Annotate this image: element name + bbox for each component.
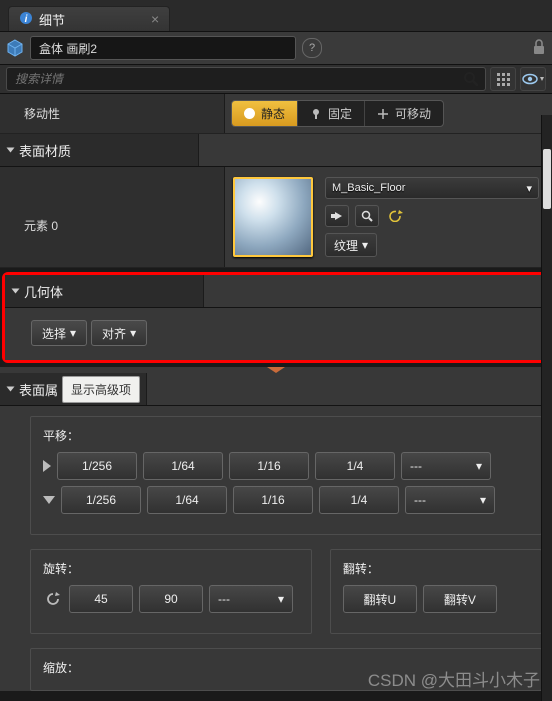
- pan-d-3[interactable]: 1/4: [319, 486, 399, 514]
- watermark: CSDN @大田斗小木子: [368, 666, 540, 691]
- close-icon[interactable]: ×: [151, 11, 159, 27]
- rotate-icon[interactable]: [43, 589, 63, 609]
- geometry-align-button[interactable]: 对齐▾: [91, 320, 147, 346]
- texture-label: 纹理: [334, 237, 358, 254]
- visibility-dropdown[interactable]: [520, 67, 546, 91]
- flip-u-button[interactable]: 翻转U: [343, 585, 417, 613]
- chevron-down-icon: [7, 148, 15, 153]
- tab-details[interactable]: i 细节 ×: [8, 6, 170, 31]
- search-icon[interactable]: [461, 69, 481, 89]
- pan-label: 平移：: [43, 427, 529, 444]
- section-surface-material-label: 表面材质: [19, 141, 71, 160]
- pan-right-icon[interactable]: [43, 460, 51, 472]
- mobility-movable-label: 可移动: [395, 105, 431, 122]
- pan-group: 平移： 1/256 1/64 1/16 1/4 ---▾ 1/256 1/64 …: [30, 416, 542, 535]
- show-advanced-button[interactable]: 显示高级项: [62, 376, 140, 403]
- section-geometry-label: 几何体: [24, 282, 63, 301]
- rotate-custom[interactable]: ---▾: [209, 585, 293, 613]
- texture-dropdown[interactable]: 纹理 ▾: [325, 233, 377, 257]
- pan-d-1[interactable]: 1/64: [147, 486, 227, 514]
- mobility-label: 移动性: [0, 94, 225, 133]
- chevron-down-icon: ▾: [70, 326, 76, 340]
- pan-r-0[interactable]: 1/256: [57, 452, 137, 480]
- mobility-fixed[interactable]: 固定: [298, 101, 365, 126]
- mobility-fixed-label: 固定: [328, 105, 352, 122]
- pan-r-3[interactable]: 1/4: [315, 452, 395, 480]
- section-geometry[interactable]: 几何体: [5, 275, 547, 308]
- flip-label: 翻转：: [343, 560, 529, 577]
- element-0-label: 元素 0: [0, 167, 225, 267]
- pan-d-0[interactable]: 1/256: [61, 486, 141, 514]
- rotate-45[interactable]: 45: [69, 585, 133, 613]
- chevron-down-icon: ▾: [278, 592, 284, 606]
- rotate-label: 旋转：: [43, 560, 299, 577]
- search-input[interactable]: [11, 72, 461, 86]
- svg-text:i: i: [25, 14, 28, 25]
- pan-r-2[interactable]: 1/16: [229, 452, 309, 480]
- scrollbar-thumb[interactable]: [543, 149, 551, 209]
- section-surface-props-label: 表面属: [19, 380, 58, 399]
- lock-icon[interactable]: [532, 39, 546, 58]
- mobility-movable[interactable]: 可移动: [365, 101, 443, 126]
- browse-button[interactable]: [355, 205, 379, 227]
- rotate-90[interactable]: 90: [139, 585, 203, 613]
- mobility-static[interactable]: 静态: [232, 101, 298, 126]
- view-grid-icon[interactable]: [490, 67, 516, 91]
- tab-title: 细节: [39, 10, 65, 29]
- chevron-down-icon: ▾: [526, 182, 532, 195]
- rotate-group: 旋转： 45 90 ---▾: [30, 549, 312, 634]
- material-name: M_Basic_Floor: [332, 182, 405, 194]
- help-icon[interactable]: ?: [302, 38, 322, 58]
- highlight-box: 几何体 选择▾ 对齐▾: [2, 272, 550, 363]
- pan-down-icon[interactable]: [43, 496, 55, 504]
- chevron-down-icon: ▾: [476, 459, 482, 473]
- use-selected-button[interactable]: [325, 205, 349, 227]
- flip-group: 翻转： 翻转U 翻转V: [330, 549, 542, 634]
- material-dropdown[interactable]: M_Basic_Floor ▾: [325, 177, 539, 199]
- section-surface-props[interactable]: 表面属 显示高级项: [0, 373, 552, 406]
- pin-icon: [310, 108, 322, 120]
- object-name-input[interactable]: [30, 36, 296, 60]
- flip-v-button[interactable]: 翻转V: [423, 585, 497, 613]
- chevron-down-icon: [12, 289, 20, 294]
- info-icon: i: [19, 11, 33, 28]
- mobility-static-label: 静态: [261, 105, 285, 122]
- geometry-select-button[interactable]: 选择▾: [31, 320, 87, 346]
- pan-d-2[interactable]: 1/16: [233, 486, 313, 514]
- reset-button[interactable]: [385, 206, 407, 226]
- chevron-down-icon: ▾: [480, 493, 486, 507]
- chevron-down-icon: [7, 387, 15, 392]
- chevron-down-icon: ▾: [362, 238, 368, 252]
- move-icon: [377, 108, 389, 120]
- section-surface-material[interactable]: 表面材质: [0, 134, 552, 167]
- pan-d-custom[interactable]: ---▾: [405, 486, 495, 514]
- brush-icon: [6, 39, 24, 57]
- pan-r-custom[interactable]: ---▾: [401, 452, 491, 480]
- scrollbar[interactable]: [541, 115, 552, 701]
- material-thumbnail[interactable]: [233, 177, 313, 257]
- chevron-down-icon: ▾: [130, 326, 136, 340]
- pan-r-1[interactable]: 1/64: [143, 452, 223, 480]
